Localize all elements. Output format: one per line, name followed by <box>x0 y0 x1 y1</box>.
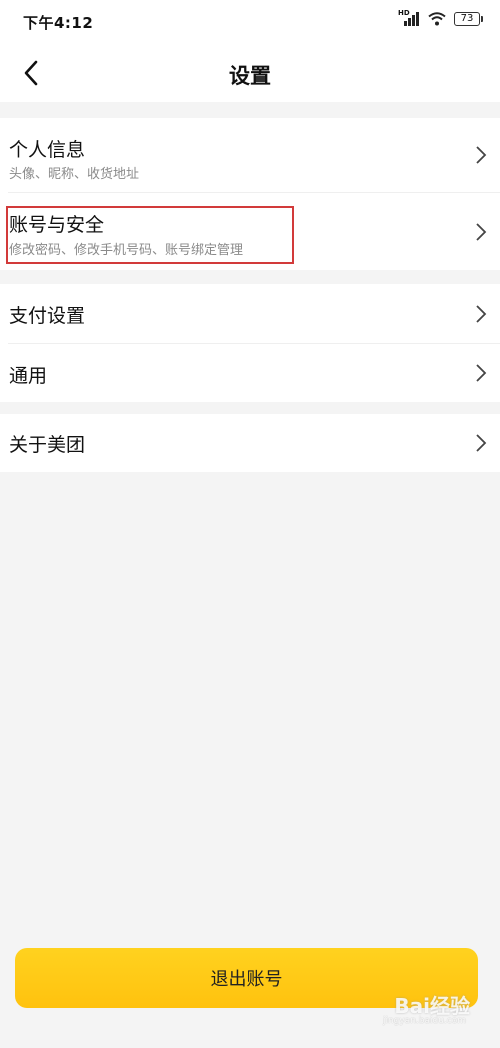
chevron-right-icon <box>476 434 487 452</box>
settings-row-payment[interactable]: 支付设置 <box>0 284 500 343</box>
watermark-url: jingyan.baidu.com <box>382 1016 466 1026</box>
settings-row-general[interactable]: 通用 <box>0 344 500 402</box>
settings-row-personal-info[interactable]: 个人信息 头像、昵称、收货地址 <box>0 118 500 192</box>
settings-group-general: 支付设置 通用 <box>0 284 500 402</box>
settings-row-account-security[interactable]: 账号与安全 修改密码、修改手机号码、账号绑定管理 <box>0 193 500 270</box>
settings-group-about: 关于美团 <box>0 414 500 472</box>
row-title: 支付设置 <box>9 305 86 327</box>
status-icons: HD 73 <box>398 9 483 26</box>
row-title: 账号与安全 <box>9 214 105 236</box>
row-title: 通用 <box>9 365 48 387</box>
row-subtitle: 头像、昵称、收货地址 <box>9 167 140 182</box>
chevron-right-icon <box>476 305 487 323</box>
battery-icon: 73 <box>454 12 483 26</box>
settings-row-about[interactable]: 关于美团 <box>0 414 500 472</box>
row-title: 个人信息 <box>9 139 86 161</box>
row-subtitle: 修改密码、修改手机号码、账号绑定管理 <box>9 243 244 258</box>
chevron-right-icon <box>476 223 487 241</box>
row-title: 关于美团 <box>9 434 86 456</box>
nav-bar: 设置 <box>0 44 500 102</box>
chevron-right-icon <box>476 364 487 382</box>
wifi-icon <box>428 12 446 26</box>
chevron-right-icon <box>476 146 487 164</box>
signal-icon: HD <box>398 9 420 26</box>
page-title: 设置 <box>229 64 271 88</box>
settings-group-profile: 个人信息 头像、昵称、收货地址 账号与安全 修改密码、修改手机号码、账号绑定管理 <box>0 118 500 270</box>
status-bar: 下午4:12 HD 73 <box>0 0 500 44</box>
status-time: 下午4:12 <box>23 14 94 32</box>
watermark-logo: Bai经验 <box>394 994 470 1018</box>
